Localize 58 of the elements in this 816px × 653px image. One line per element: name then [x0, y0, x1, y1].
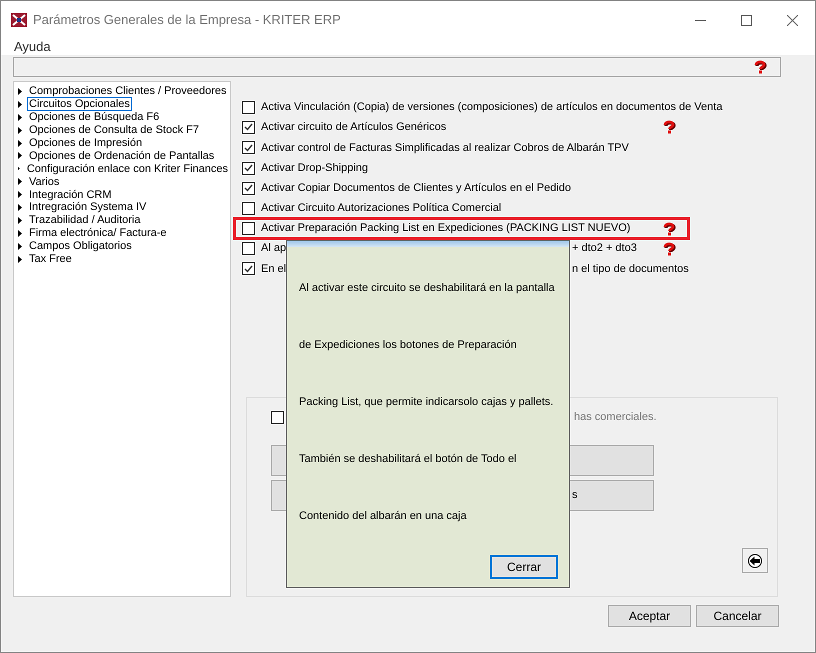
tree-item[interactable]: Varios: [27, 174, 62, 189]
check-icon: [244, 184, 253, 192]
back-button[interactable]: [742, 548, 768, 574]
popup-text: Packing List, que permite indicarsolo cajas y pallets.: [299, 395, 554, 410]
checkbox[interactable]: [242, 202, 255, 216]
tree-item[interactable]: Trazabilidad / Auditoria: [27, 213, 142, 228]
check-icon: [244, 264, 253, 273]
option-label: Al ap: [261, 241, 286, 256]
help-icon[interactable]: [661, 120, 677, 134]
option-label: Activar circuito de Artículos Genéricos: [261, 120, 446, 136]
tree-item[interactable]: Configuración enlace con Kriter Finances: [24, 162, 230, 176]
popup-text: Al activar este circuito se deshabilitará en la pantalla: [299, 281, 556, 296]
tree-item[interactable]: Firma electrónica/ Factura-e: [27, 226, 169, 240]
dialog-button[interactable]: Aceptar: [608, 605, 691, 627]
checkbox[interactable]: [242, 262, 255, 276]
help-icon[interactable]: [661, 222, 677, 236]
window-title: Parámetros Generales de la Empresa - KRITER ERP: [33, 11, 341, 30]
tree-item[interactable]: Opciones de Impresión: [27, 136, 144, 150]
checkbox[interactable]: [242, 141, 255, 154]
tree-item[interactable]: Opciones de Ordenación de Pantallas: [27, 148, 216, 163]
help-icon[interactable]: [752, 60, 768, 74]
option-label: En el: [261, 262, 286, 277]
option-label: Activar Copiar Documentos de Clientes y Artículos en el Pedido: [261, 181, 571, 196]
app-logo-icon: [11, 13, 27, 27]
tree-item[interactable]: Integración CRM: [27, 188, 114, 202]
popup-text: Contenido del albarán en una caja: [299, 509, 468, 524]
checkbox[interactable]: [242, 222, 255, 236]
arrow-left-icon: [748, 554, 762, 568]
tree-item[interactable]: Comprobaciones Clientes / Proveedores: [27, 84, 228, 98]
check-icon: [244, 123, 253, 132]
tree-item[interactable]: Opciones de Consulta de Stock F7: [27, 123, 201, 138]
checkbox[interactable]: [242, 182, 255, 195]
dialog-button[interactable]: Cancelar: [696, 605, 779, 627]
check-icon: [244, 164, 253, 172]
checkbox[interactable]: [242, 162, 255, 175]
tree-item[interactable]: Campos Obligatorios: [27, 239, 134, 254]
popup-text: de Expediciones los botones de Preparación: [299, 338, 518, 353]
popup-text: También se deshabilitará el botón de Todo el: [299, 452, 518, 467]
checkbox[interactable]: [271, 410, 284, 424]
tree-item[interactable]: Circuitos Opcionales: [27, 97, 132, 112]
option-label: Activar Preparación Packing List en Expediciones (PACKING LIST NUEVO): [261, 221, 630, 236]
option-label: Activar control de Facturas Simplificadas al realizar Cobros de Albarán TPV: [261, 140, 629, 156]
checkbox[interactable]: [242, 100, 255, 114]
checkbox[interactable]: [242, 120, 255, 134]
option-label: Activar Circuito Autorizaciones Política Comercial: [261, 201, 502, 216]
help-icon[interactable]: [661, 242, 677, 256]
option-label: Activa Vinculación (Copia) de versiones (composiciones) de artículos en documentos de Venta: [261, 100, 722, 115]
option-label: has comerciales.: [574, 410, 657, 426]
tree-item[interactable]: Opciones de Búsqueda F6: [27, 110, 162, 124]
option-label: Activar Drop-Shipping: [261, 160, 368, 176]
close-button[interactable]: Cerrar: [490, 555, 558, 579]
tree-item[interactable]: Tax Free: [27, 252, 74, 266]
tree-item[interactable]: Intregración Systema IV: [27, 200, 148, 214]
checkbox[interactable]: [242, 242, 255, 256]
option-label: + dto2 + dto3: [572, 241, 637, 256]
menu-item[interactable]: Ayuda: [14, 37, 51, 57]
option-label: n el tipo de documentos: [572, 262, 689, 277]
check-icon: [244, 144, 253, 152]
